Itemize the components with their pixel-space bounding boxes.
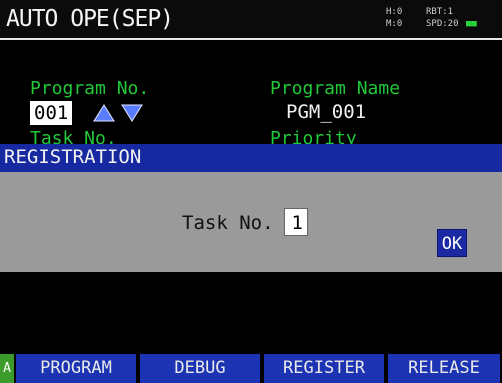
program-number-label: Program No.	[30, 78, 150, 99]
program-key-button[interactable]: PROGRAM	[16, 354, 136, 383]
status-spd: SPD:20	[426, 19, 459, 29]
ok-button[interactable]: OK	[437, 229, 467, 257]
task-number-label-hidden: Task No.	[30, 128, 117, 144]
status-rbt: RBT:1	[426, 7, 454, 17]
program-name-value: PGM_001	[286, 101, 367, 123]
program-name-label: Program Name	[270, 78, 401, 99]
decrement-button[interactable]	[120, 101, 144, 125]
task-number-label: Task No.	[182, 212, 274, 234]
dialog-header: REGISTRATION	[0, 144, 502, 172]
task-number-input[interactable]: 1	[284, 208, 308, 236]
debug-key-button[interactable]: DEBUG	[140, 354, 260, 383]
status-led-icon: ■■	[466, 19, 477, 29]
program-number-field[interactable]: 001	[30, 101, 73, 125]
priority-label-hidden: Priority	[270, 128, 357, 144]
function-key-bar: A PROGRAM DEBUG REGISTER RELEASE	[0, 354, 502, 383]
increment-button[interactable]	[92, 101, 116, 125]
mode-indicator: A	[0, 354, 14, 383]
status-h: H:0	[386, 7, 403, 17]
registration-dialog: Task No. 1 OK	[0, 172, 502, 272]
status-indicators: H:0 RBT:1 M:0 SPD:20 ■■	[386, 6, 498, 34]
title-bar: AUTO OPE(SEP) H:0 RBT:1 M:0 SPD:20 ■■	[0, 0, 502, 40]
triangle-up-icon	[93, 104, 115, 122]
dialog-title: REGISTRATION	[4, 146, 142, 168]
screen-title: AUTO OPE(SEP)	[6, 6, 174, 32]
triangle-down-icon	[121, 104, 143, 122]
release-key-button[interactable]: RELEASE	[388, 354, 500, 383]
status-m: M:0	[386, 19, 403, 29]
register-key-button[interactable]: REGISTER	[264, 354, 384, 383]
